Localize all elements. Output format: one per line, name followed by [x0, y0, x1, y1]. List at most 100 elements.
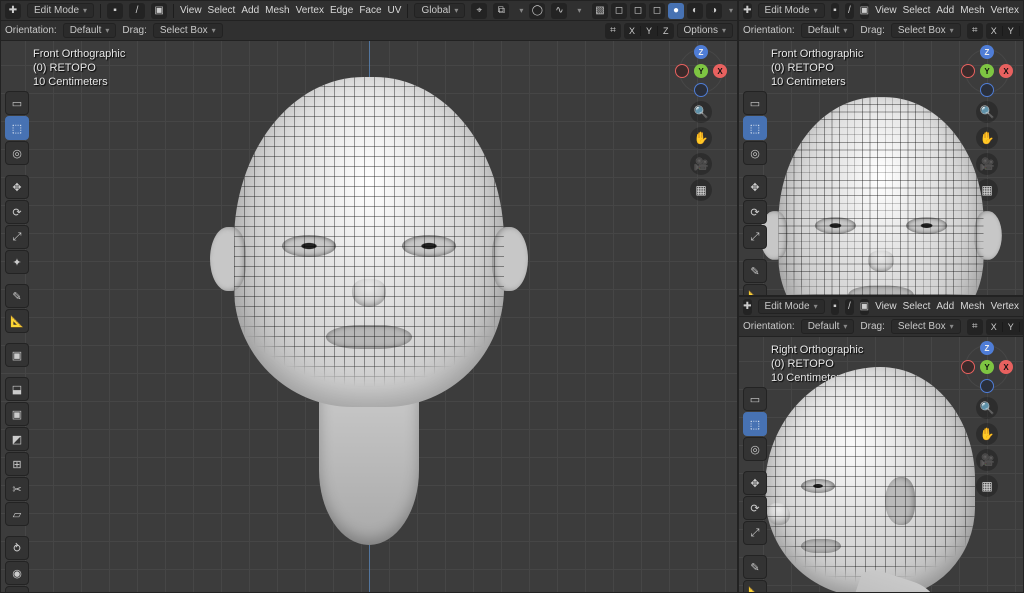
- tool-smooth[interactable]: ◉: [5, 561, 29, 585]
- menu-edge[interactable]: Edge: [330, 5, 353, 16]
- tool-annotate[interactable]: ✎: [743, 555, 767, 579]
- tool-spin[interactable]: ⥁: [5, 536, 29, 560]
- tool-annotate[interactable]: ✎: [5, 284, 29, 308]
- tool-annotate[interactable]: ✎: [743, 259, 767, 283]
- gizmo-axis-x[interactable]: X: [999, 64, 1013, 78]
- editor-type-icon[interactable]: ✚: [5, 3, 21, 19]
- orientation-dropdown[interactable]: Default▾: [801, 319, 855, 334]
- menu-mesh[interactable]: Mesh: [265, 5, 289, 16]
- tool-measure[interactable]: 📐: [5, 309, 29, 333]
- viewport-br[interactable]: Right Orthographic (0) RETOPO 10 Centime…: [739, 337, 1023, 592]
- select-mode-edge-icon[interactable]: /: [845, 299, 854, 315]
- visibility-icon[interactable]: ◻: [611, 3, 627, 19]
- shading-material-icon[interactable]: ◐: [687, 3, 703, 19]
- editor-type-icon[interactable]: ✚: [743, 299, 752, 315]
- transform-orientation-dropdown[interactable]: Global▾: [414, 3, 465, 18]
- mode-dropdown[interactable]: Edit Mode▾: [758, 299, 825, 314]
- nav-perspective-icon[interactable]: ▦: [976, 475, 998, 497]
- tool-move[interactable]: ✥: [743, 471, 767, 495]
- select-mode-edge-icon[interactable]: /: [129, 3, 145, 19]
- nav-zoom-icon[interactable]: 🔍: [976, 397, 998, 419]
- orientation-dropdown[interactable]: Default▾: [801, 23, 855, 38]
- tool-select-box[interactable]: ⬚: [743, 116, 767, 140]
- gizmo-axis-neg-x[interactable]: [675, 64, 689, 78]
- tool-cursor-3d[interactable]: ◎: [743, 141, 767, 165]
- menu-view[interactable]: View: [180, 5, 202, 16]
- tool-cursor[interactable]: ▭: [5, 91, 29, 115]
- tool-rotate[interactable]: ⟳: [743, 496, 767, 520]
- menu-mesh[interactable]: Mesh: [960, 5, 984, 16]
- menu-add[interactable]: Add: [936, 5, 954, 16]
- tool-measure[interactable]: 📐: [743, 580, 767, 592]
- nav-camera-icon[interactable]: 🎥: [976, 449, 998, 471]
- drag-dropdown[interactable]: Select Box▾: [891, 23, 961, 38]
- select-mode-face-icon[interactable]: ▣: [151, 3, 167, 19]
- tool-scale[interactable]: ⤢: [743, 225, 767, 249]
- mode-dropdown[interactable]: Edit Mode▾: [758, 3, 825, 18]
- tool-cursor[interactable]: ▭: [743, 387, 767, 411]
- select-mode-vertex-icon[interactable]: ▪: [831, 299, 840, 315]
- pivot-icon[interactable]: ⌖: [471, 3, 487, 19]
- tool-loop-cut[interactable]: ⊞: [5, 452, 29, 476]
- select-mode-edge-icon[interactable]: /: [845, 3, 854, 19]
- tool-inset[interactable]: ▣: [5, 402, 29, 426]
- gizmo-axis-neg-z[interactable]: [980, 379, 994, 393]
- tool-move[interactable]: ✥: [743, 175, 767, 199]
- menu-add[interactable]: Add: [241, 5, 259, 16]
- orientation-dropdown[interactable]: Default▾: [63, 23, 117, 38]
- orientation-gizmo[interactable]: Z Y X: [675, 45, 727, 97]
- shading-solid-icon[interactable]: ●: [668, 3, 684, 19]
- gizmo-axis-neg-z[interactable]: [980, 83, 994, 97]
- gizmo-axis-z[interactable]: Z: [980, 45, 994, 59]
- menu-add[interactable]: Add: [936, 301, 954, 312]
- tool-add-cube[interactable]: ▣: [5, 343, 29, 367]
- menu-vertex[interactable]: Vertex: [991, 5, 1019, 16]
- gizmo-axis-z[interactable]: Z: [694, 45, 708, 59]
- select-mode-face-icon[interactable]: ▣: [860, 3, 869, 19]
- proportional-falloff-icon[interactable]: ∿: [551, 3, 567, 19]
- drag-dropdown[interactable]: Select Box▾: [891, 319, 961, 334]
- gizmo-axis-y[interactable]: Y: [980, 360, 994, 374]
- editor-type-icon[interactable]: ✚: [743, 3, 752, 19]
- retopo-icon[interactable]: ⌗: [967, 319, 983, 335]
- select-mode-vertex-icon[interactable]: ▪: [831, 3, 840, 19]
- nav-camera-icon[interactable]: 🎥: [690, 153, 712, 175]
- tool-select-box[interactable]: ⬚: [5, 116, 29, 140]
- menu-view[interactable]: View: [875, 5, 897, 16]
- gizmo-axis-z[interactable]: Z: [980, 341, 994, 355]
- menu-select[interactable]: Select: [903, 5, 931, 16]
- tool-edge-slide[interactable]: ⇄: [5, 586, 29, 592]
- select-mode-face-icon[interactable]: ▣: [860, 299, 869, 315]
- gizmo-axis-y[interactable]: Y: [694, 64, 708, 78]
- menu-uv[interactable]: UV: [388, 5, 402, 16]
- orientation-gizmo[interactable]: Z Y X: [961, 45, 1013, 97]
- nav-pan-icon[interactable]: ✋: [976, 423, 998, 445]
- tool-rotate[interactable]: ⟳: [5, 200, 29, 224]
- gizmo-axis-neg-z[interactable]: [694, 83, 708, 97]
- gizmo-axis-x[interactable]: X: [999, 360, 1013, 374]
- tool-extrude[interactable]: ⬓: [5, 377, 29, 401]
- tool-scale[interactable]: ⤢: [743, 521, 767, 545]
- select-mode-vertex-icon[interactable]: ▪: [107, 3, 123, 19]
- nav-zoom-icon[interactable]: 🔍: [690, 101, 712, 123]
- tool-move[interactable]: ✥: [5, 175, 29, 199]
- gizmo-axis-x[interactable]: X: [713, 64, 727, 78]
- proportional-editing-icon[interactable]: ◯: [529, 3, 545, 19]
- options-dropdown[interactable]: Options▾: [677, 23, 733, 38]
- tool-cursor[interactable]: ▭: [743, 91, 767, 115]
- axis-lock-pill[interactable]: XYZ: [986, 23, 1023, 39]
- viewport-tr[interactable]: Front Orthographic (0) RETOPO 10 Centime…: [739, 41, 1023, 295]
- tool-select-box[interactable]: ⬚: [743, 412, 767, 436]
- menu-mesh[interactable]: Mesh: [960, 301, 984, 312]
- menu-select[interactable]: Select: [903, 301, 931, 312]
- snap-icon[interactable]: ⧉: [493, 3, 509, 19]
- gizmo-toggle-icon[interactable]: ◻: [630, 3, 646, 19]
- shading-rendered-icon[interactable]: ◑: [706, 3, 722, 19]
- tool-measure[interactable]: 📐: [743, 284, 767, 295]
- mode-dropdown[interactable]: Edit Mode▾: [27, 3, 94, 18]
- gizmo-axis-neg-x[interactable]: [961, 64, 975, 78]
- gizmo-axis-y[interactable]: Y: [980, 64, 994, 78]
- tool-cursor-3d[interactable]: ◎: [5, 141, 29, 165]
- tool-transform[interactable]: ✦: [5, 250, 29, 274]
- viewport-main[interactable]: Front Orthographic (0) RETOPO 10 Centime…: [1, 41, 737, 592]
